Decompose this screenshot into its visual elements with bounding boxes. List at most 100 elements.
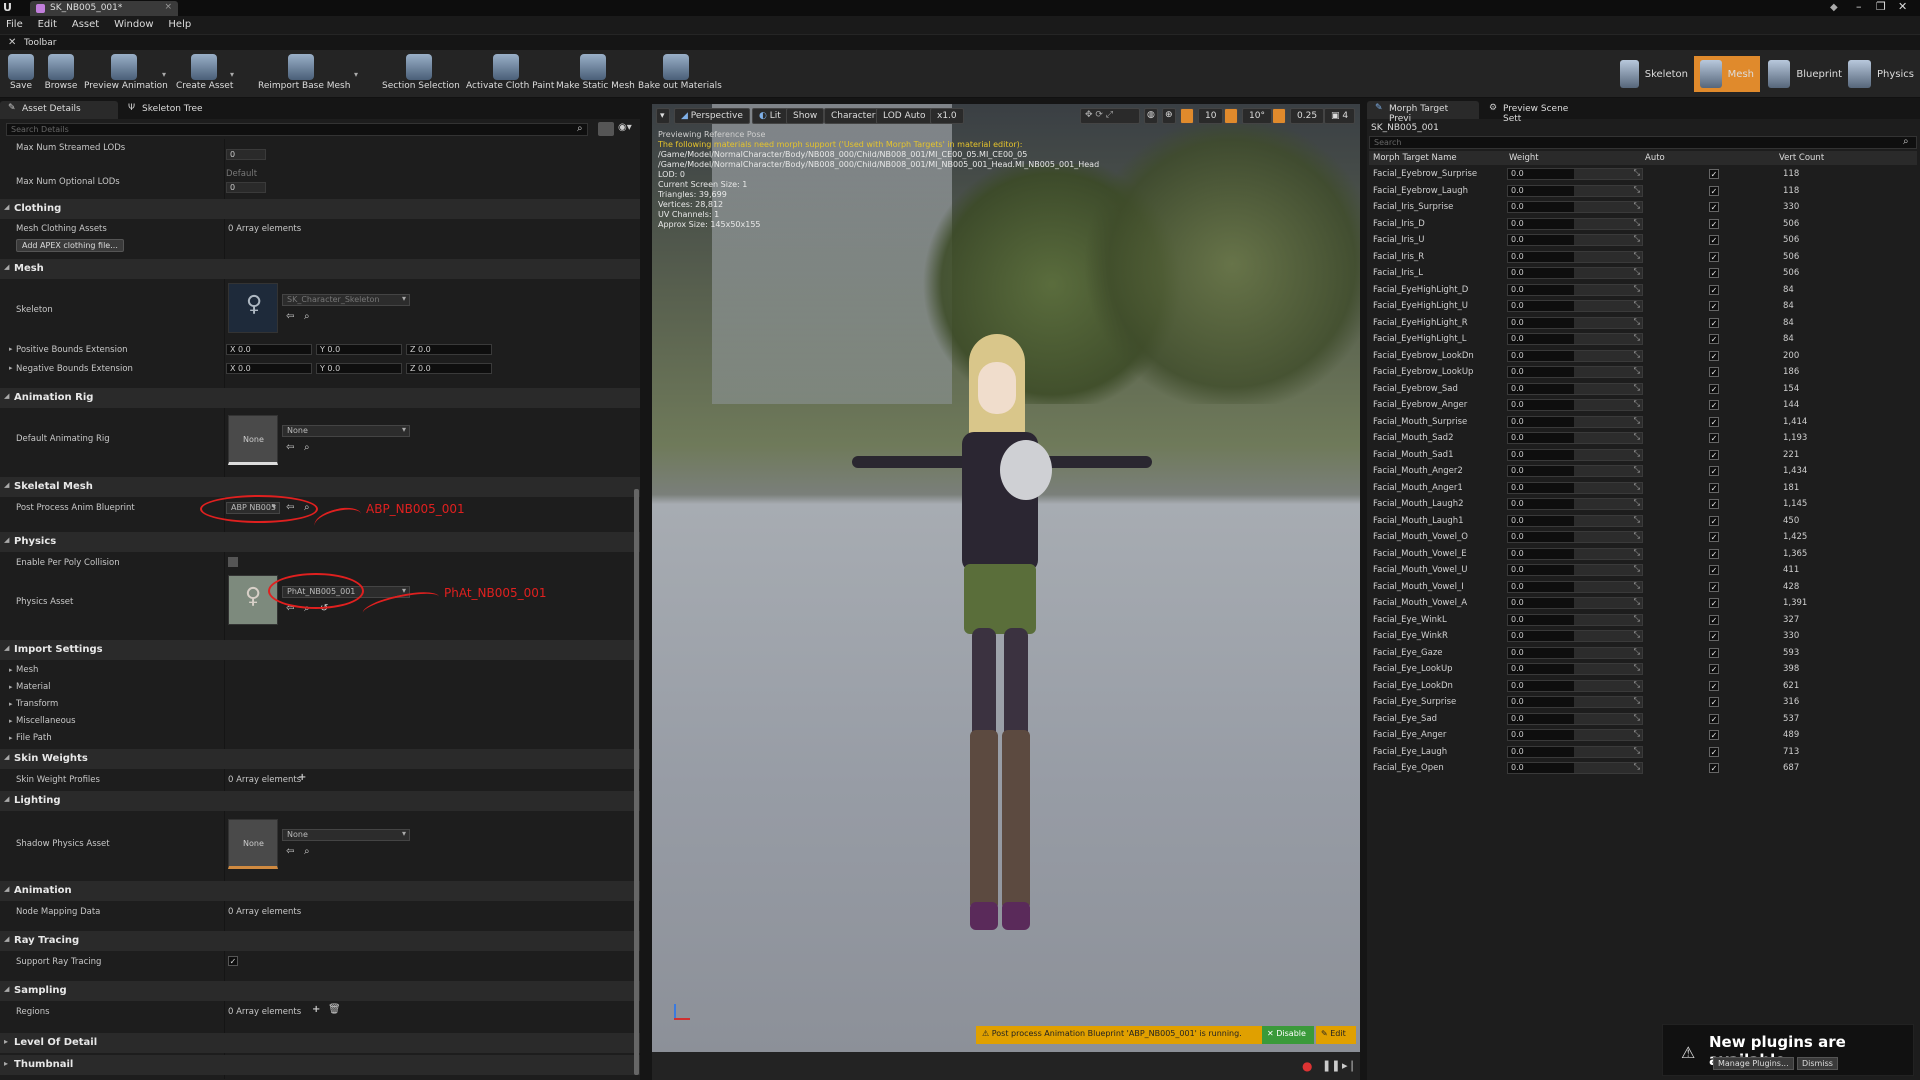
auto-checkbox[interactable]: ✓ [1709, 499, 1719, 509]
browse-asset-icon[interactable]: ⌕ [304, 311, 310, 322]
perspective-button[interactable]: ◢ Perspective [674, 108, 750, 124]
table-row[interactable]: Facial_Mouth_Anger1 0.0 ⤡ ✓ 181 [1369, 481, 1917, 496]
expand-arrow-icon[interactable]: ▸ [9, 717, 13, 725]
auto-checkbox[interactable]: ✓ [1709, 218, 1719, 229]
dismiss-button[interactable]: Dismiss [1797, 1057, 1838, 1070]
auto-checkbox[interactable]: ✓ [1709, 697, 1719, 707]
table-row[interactable]: Facial_Mouth_Laugh1 0.0 ⤡ ✓ 450 [1369, 514, 1917, 529]
max-optional-lods-field[interactable]: 0 [226, 182, 266, 193]
auto-checkbox[interactable]: ✓ [1709, 301, 1719, 311]
table-row[interactable]: Facial_Eye_Gaze 0.0 ⤡ ✓ 593 [1369, 646, 1917, 661]
import-item-file-path[interactable]: File Path [16, 733, 52, 743]
lit-button[interactable]: ◐ Lit [752, 108, 788, 124]
preview-animation-button[interactable]: Preview Animation [84, 50, 168, 98]
weight-slider[interactable]: 0.0 ⤡ [1507, 382, 1643, 395]
table-row[interactable]: Facial_Eyebrow_Sad 0.0 ⤡ ✓ 154 [1369, 382, 1917, 397]
category-physics[interactable]: Physics [0, 532, 640, 552]
table-row[interactable]: Facial_Eyebrow_Laugh 0.0 ⤡ ✓ 118 [1369, 184, 1917, 199]
weight-slider[interactable]: 0.0 ⤡ [1507, 597, 1643, 609]
auto-checkbox[interactable]: ✓ [1709, 251, 1719, 262]
pos-bounds-x[interactable]: X 0.0 [226, 344, 312, 355]
mode-physics[interactable]: Physics [1842, 56, 1920, 92]
tab-asset-details[interactable]: ✎ Asset Details [0, 101, 118, 119]
weight-slider[interactable]: 0.0 ⤡ [1507, 745, 1643, 758]
table-row[interactable]: Facial_Iris_U 0.0 ⤡ ✓ 506 [1369, 233, 1917, 248]
expand-arrow-icon[interactable]: ▸ [9, 345, 13, 353]
pause-icon[interactable]: ❚❚ [1322, 1059, 1340, 1072]
maximize-icon[interactable]: ❐ [1876, 0, 1886, 13]
auto-checkbox[interactable]: ✓ [1709, 746, 1719, 757]
auto-checkbox[interactable]: ✓ [1709, 631, 1719, 641]
auto-checkbox[interactable]: ✓ [1709, 235, 1719, 245]
browse-button[interactable]: Browse [44, 50, 78, 98]
bake-out-materials-button[interactable]: Bake out Materials [638, 50, 722, 98]
table-row[interactable]: Facial_EyeHighLight_U 0.0 ⤡ ✓ 84 [1369, 299, 1917, 314]
toolbar-tab[interactable]: ✕ Toolbar [0, 34, 1920, 50]
category-clothing[interactable]: Clothing [0, 199, 640, 219]
reimport-dropdown-icon[interactable]: ▾ [354, 70, 358, 79]
weight-slider[interactable]: 0.0 ⤡ [1507, 547, 1643, 560]
table-row[interactable]: Facial_Eyebrow_Anger 0.0 ⤡ ✓ 144 [1369, 398, 1917, 413]
make-static-mesh-button[interactable]: Make Static Mesh [556, 50, 635, 98]
close-tab-icon[interactable]: × [164, 2, 172, 12]
transform-tools[interactable]: ✥ ⟳ ⤢ [1080, 108, 1140, 124]
morph-search-input[interactable]: Search [1369, 136, 1917, 149]
auto-checkbox[interactable]: ✓ [1709, 515, 1719, 526]
auto-checkbox[interactable]: ✓ [1709, 664, 1719, 674]
auto-checkbox[interactable]: ✓ [1709, 713, 1719, 724]
world-local-icon[interactable]: ⊕ [1162, 108, 1176, 124]
create-asset-button[interactable]: Create Asset [176, 50, 233, 98]
menu-file[interactable]: File [0, 16, 29, 33]
browse-asset-icon[interactable]: ⌕ [304, 846, 310, 857]
menu-asset[interactable]: Asset [66, 16, 105, 33]
table-row[interactable]: Facial_Mouth_Vowel_I 0.0 ⤡ ✓ 428 [1369, 580, 1917, 595]
auto-checkbox[interactable]: ✓ [1709, 185, 1719, 196]
manage-plugins-button[interactable]: Manage Plugins... [1713, 1057, 1794, 1070]
weight-slider[interactable]: 0.0 ⤡ [1507, 663, 1643, 675]
weight-slider[interactable]: 0.0 ⤡ [1507, 514, 1643, 527]
scale-snap-value[interactable]: 0.25 [1290, 108, 1325, 124]
weight-slider[interactable]: 0.0 ⤡ [1507, 432, 1643, 444]
disable-button[interactable]: ✕ Disable [1262, 1026, 1314, 1044]
table-row[interactable]: Facial_Eye_LookDn 0.0 ⤡ ✓ 621 [1369, 679, 1917, 694]
use-selected-icon[interactable]: ⇦ [286, 846, 294, 857]
weight-slider[interactable]: 0.0 ⤡ [1507, 729, 1643, 741]
auto-checkbox[interactable]: ✓ [1709, 367, 1719, 377]
section-selection-button[interactable]: Section Selection [382, 50, 460, 98]
weight-slider[interactable]: 0.0 ⤡ [1507, 481, 1643, 494]
import-item-material[interactable]: Material [16, 682, 51, 692]
viewport-options-button[interactable]: ▾ [656, 108, 670, 124]
grid-snap-icon[interactable] [1180, 108, 1194, 124]
table-row[interactable]: Facial_Eye_Laugh 0.0 ⤡ ✓ 713 [1369, 745, 1917, 760]
table-row[interactable]: Facial_Mouth_Vowel_A 0.0 ⤡ ✓ 1,391 [1369, 596, 1917, 611]
record-icon[interactable]: ● [1302, 1059, 1312, 1073]
weight-slider[interactable]: 0.0 ⤡ [1507, 448, 1643, 461]
weight-slider[interactable]: 0.0 ⤡ [1507, 333, 1643, 345]
category-import-settings[interactable]: Import Settings [0, 640, 640, 660]
weight-slider[interactable]: 0.0 ⤡ [1507, 283, 1643, 296]
browse-asset-icon[interactable]: ⌕ [304, 442, 310, 453]
auto-checkbox[interactable]: ✓ [1709, 565, 1719, 575]
document-tab[interactable]: SK_NB005_001* × [30, 1, 178, 16]
table-row[interactable]: Facial_Eye_Surprise 0.0 ⤡ ✓ 316 [1369, 695, 1917, 710]
category-sampling[interactable]: Sampling [0, 981, 640, 1001]
table-row[interactable]: Facial_Mouth_Sad1 0.0 ⤡ ✓ 221 [1369, 448, 1917, 463]
auto-checkbox[interactable]: ✓ [1709, 449, 1719, 460]
mode-mesh[interactable]: Mesh [1694, 56, 1760, 92]
shadow-physics-thumbnail[interactable]: None [228, 819, 278, 869]
auto-checkbox[interactable]: ✓ [1709, 334, 1719, 344]
enable-per-poly-checkbox[interactable] [228, 557, 238, 567]
rotation-snap-value[interactable]: 10° [1242, 108, 1272, 124]
shadow-physics-combo[interactable]: None [282, 829, 410, 841]
auto-checkbox[interactable]: ✓ [1709, 581, 1719, 592]
weight-slider[interactable]: 0.0 ⤡ [1507, 498, 1643, 510]
preview-viewport[interactable]: ▾ ◢ Perspective ◐ Lit Show Character LOD… [652, 104, 1360, 1080]
anim-rig-combo[interactable]: None [282, 425, 410, 437]
table-row[interactable]: Facial_Iris_L 0.0 ⤡ ✓ 506 [1369, 266, 1917, 281]
weight-slider[interactable]: 0.0 ⤡ [1507, 580, 1643, 593]
grid-view-icon[interactable] [598, 122, 614, 136]
table-row[interactable]: Facial_Mouth_Laugh2 0.0 ⤡ ✓ 1,145 [1369, 497, 1917, 512]
category-skeletal-mesh[interactable]: Skeletal Mesh [0, 477, 640, 497]
category-ray-tracing[interactable]: Ray Tracing [0, 931, 640, 951]
weight-slider[interactable]: 0.0 ⤡ [1507, 613, 1643, 626]
